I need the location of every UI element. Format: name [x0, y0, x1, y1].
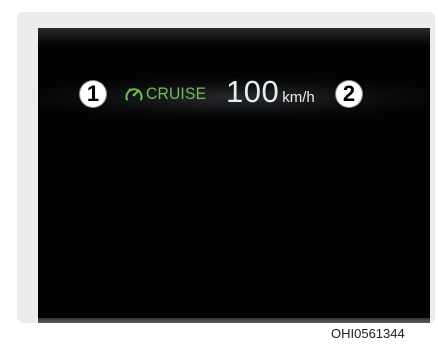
cluster-display [38, 28, 430, 323]
figure-code: OHI0561344 [331, 326, 405, 341]
callout-1: 1 [80, 81, 106, 107]
cruise-label: CRUISE [146, 84, 207, 103]
speedometer-icon [123, 84, 145, 104]
callout-2: 2 [336, 81, 362, 107]
figure-frame: 1 CRUISE 100 km/h 2 OHI0561344 [0, 0, 438, 345]
set-speed-readout: 100 km/h [226, 76, 315, 108]
screen-bottom-band [38, 318, 430, 323]
screen-top-glow [38, 28, 430, 46]
set-speed-value: 100 [226, 74, 280, 109]
speed-unit: km/h [282, 89, 315, 106]
